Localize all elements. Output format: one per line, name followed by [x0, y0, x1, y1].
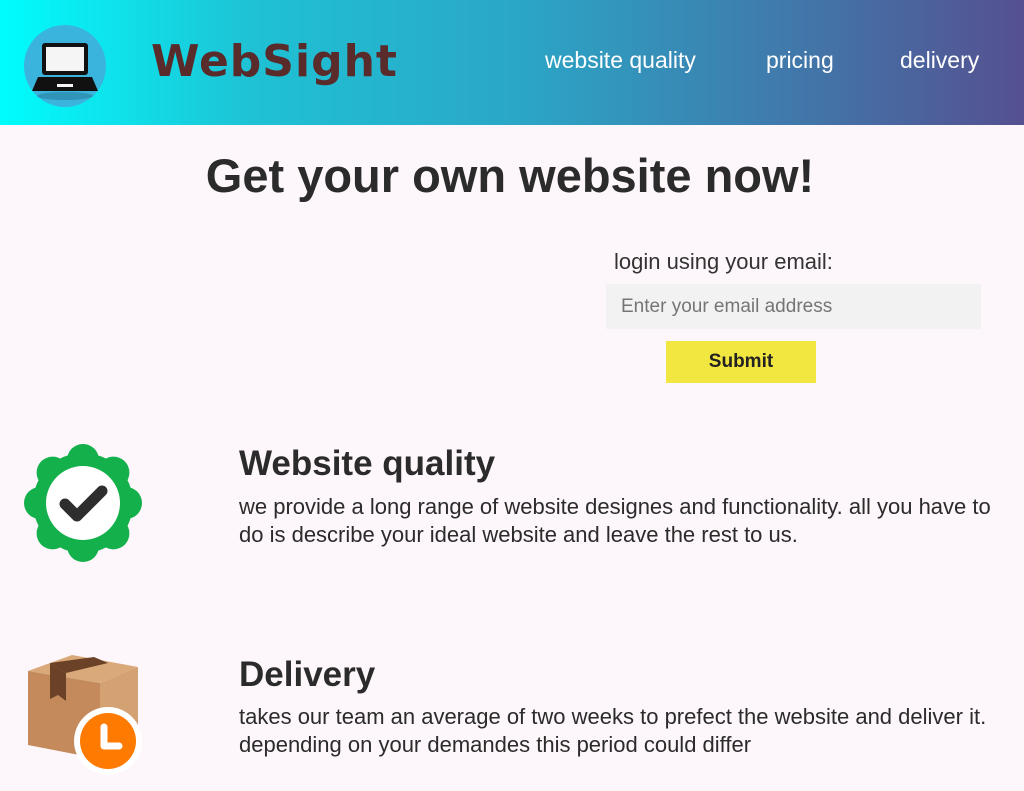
feature-text-quality: we provide a long range of website desig…: [239, 494, 991, 547]
feature-title-delivery: Delivery: [239, 655, 376, 694]
logo[interactable]: [24, 25, 106, 107]
laptop-icon: [32, 43, 98, 100]
brand-name[interactable]: WebSight: [151, 36, 398, 87]
nav-link-website-quality[interactable]: website quality: [545, 47, 696, 74]
nav-link-delivery[interactable]: delivery: [900, 47, 979, 74]
nav-link-pricing[interactable]: pricing: [766, 47, 834, 74]
login-label: login using your email:: [614, 249, 833, 274]
package-clock-icon: [28, 655, 142, 775]
feature-text-delivery: takes our team an average of two weeks t…: [239, 704, 987, 757]
verified-badge-icon: [24, 444, 142, 562]
page-headline: Get your own website now!: [205, 149, 815, 202]
submit-button[interactable]: Submit: [666, 341, 816, 383]
feature-title-quality: Website quality: [239, 444, 496, 483]
email-input[interactable]: [606, 284, 981, 329]
site-header: WebSight website quality pricing deliver…: [0, 0, 1024, 125]
